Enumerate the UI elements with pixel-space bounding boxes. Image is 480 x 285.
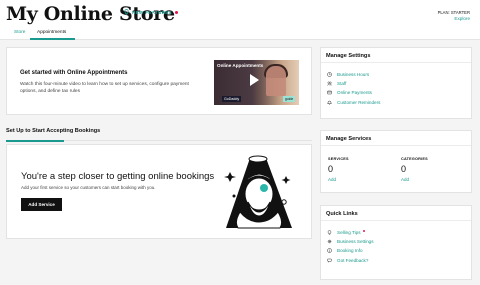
quick-link-label: Selling Tips	[337, 230, 361, 236]
video-caption: Online Appointments	[217, 63, 264, 68]
setup-heading: Set Up to Start Accepting Bookings	[6, 128, 101, 134]
credit-card-icon	[327, 90, 332, 95]
get-started-card: Get started with Online Appointments Wat…	[6, 47, 312, 115]
explore-link[interactable]: Explore	[438, 16, 470, 22]
notification-dot	[362, 229, 365, 233]
manage-services-card: Manage Services SERVICES 0 Add CATEGORIE…	[320, 130, 472, 193]
setup-title: You're a step closer to getting online b…	[21, 171, 215, 182]
get-started-description: Watch this four-minute video to learn ho…	[20, 82, 189, 94]
divider	[321, 62, 471, 63]
quick-link-label: Booking Info	[337, 248, 363, 254]
settings-item-business-hours[interactable]: Business Hours	[327, 70, 380, 79]
categories-add-link[interactable]: Add	[401, 177, 409, 182]
new-features-label: NEW FEATURES	[132, 9, 173, 15]
get-started-title: Get started with Online Appointments	[20, 70, 128, 76]
quick-links-card: Quick Links Selling Tips Business Settin…	[320, 205, 472, 280]
settings-item-label: Staff	[337, 81, 347, 87]
bell-icon	[327, 100, 332, 105]
setup-card: You're a step closer to getting online b…	[6, 144, 312, 239]
gear-icon	[327, 239, 332, 244]
manage-settings-title: Manage Settings	[326, 53, 371, 59]
settings-list: Business Hours Staff Online Payments Cus…	[327, 70, 380, 107]
categories-count: 0	[401, 164, 407, 174]
settings-item-label: Online Payments	[337, 90, 372, 96]
active-tab-indicator	[30, 38, 75, 40]
info-icon	[327, 248, 332, 254]
quick-link-label: Got Feedback?	[337, 257, 369, 263]
settings-item-label: Customer Reminders	[337, 99, 381, 105]
add-service-button[interactable]: Add Service	[21, 198, 62, 211]
divider	[321, 220, 471, 221]
services-add-link[interactable]: Add	[328, 177, 336, 182]
manage-services-title: Manage Services	[326, 136, 372, 142]
manage-settings-card: Manage Settings Business Hours Staff Onl…	[320, 47, 472, 119]
chat-icon	[327, 258, 332, 263]
categories-label: CATEGORIES	[401, 157, 428, 161]
people-icon	[327, 81, 332, 86]
lightbulb-icon	[124, 9, 129, 15]
tab-appointments[interactable]: Appointments	[37, 30, 66, 35]
divider	[321, 145, 471, 146]
video-brand: GoDaddy	[222, 96, 242, 102]
notification-dot	[175, 10, 179, 14]
tab-store[interactable]: Store	[14, 30, 25, 35]
quick-link-business-settings[interactable]: Business Settings	[327, 237, 374, 246]
quick-links-list: Selling Tips Business Settings Booking I…	[327, 228, 374, 265]
services-count: 0	[328, 164, 334, 174]
tab-bar: Store Appointments	[0, 27, 480, 40]
quick-link-selling-tips[interactable]: Selling Tips	[327, 228, 374, 237]
settings-item-online-payments[interactable]: Online Payments	[327, 88, 380, 97]
settings-item-customer-reminders[interactable]: Customer Reminders	[327, 98, 380, 107]
quick-link-label: Business Settings	[337, 239, 374, 245]
section-divider-accent	[6, 139, 64, 142]
plan-info: PLAN: STARTER Explore	[438, 10, 470, 22]
settings-item-staff[interactable]: Staff	[327, 79, 380, 88]
clock-icon	[327, 72, 332, 77]
video-tag: guide	[283, 96, 296, 102]
quick-link-booking-info[interactable]: Booking Info	[327, 246, 374, 255]
video-thumbnail[interactable]: Online Appointments GoDaddy guide	[214, 60, 299, 105]
new-features-link[interactable]: NEW FEATURES	[124, 9, 179, 15]
lightbulb-icon	[327, 230, 332, 235]
setup-description: Add your first service so your customers…	[21, 185, 156, 190]
person-illustration	[224, 155, 292, 229]
video-person	[266, 66, 286, 96]
quick-link-got-feedback[interactable]: Got Feedback?	[327, 256, 374, 265]
play-icon[interactable]	[250, 74, 259, 86]
settings-item-label: Business Hours	[337, 72, 370, 78]
services-label: SERVICES	[328, 157, 349, 161]
quick-links-title: Quick Links	[326, 211, 358, 217]
